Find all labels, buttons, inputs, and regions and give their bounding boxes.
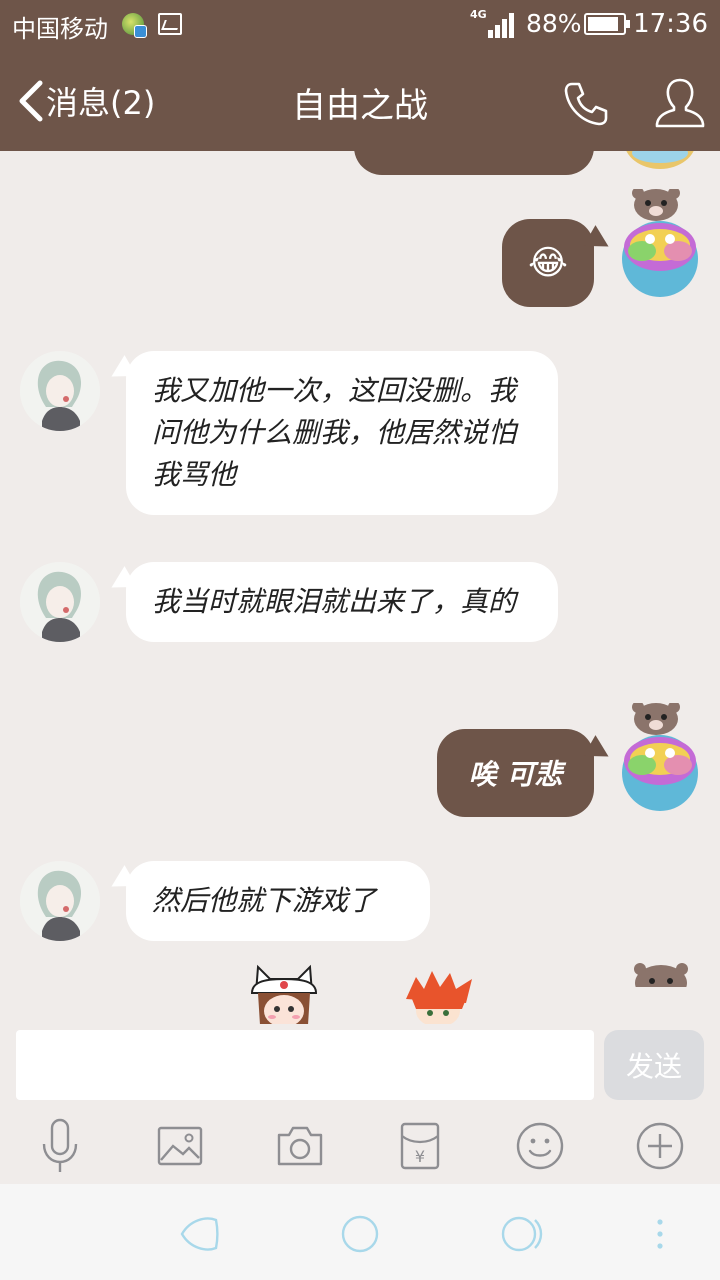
- image-notification-icon: [158, 13, 182, 35]
- status-bar: 中国移动 4G 88% 17:36: [0, 0, 720, 50]
- back-icon[interactable]: [174, 1210, 222, 1258]
- contact-avatar[interactable]: [20, 562, 100, 642]
- user-avatar-partial: [634, 963, 688, 987]
- composer-toolbar: ¥: [0, 1110, 720, 1184]
- camera-icon[interactable]: [270, 1114, 330, 1178]
- image-icon[interactable]: [150, 1114, 210, 1178]
- contact-avatar[interactable]: [20, 861, 100, 941]
- chat-title: 自由之战: [292, 86, 428, 126]
- message-bubble-incoming[interactable]: 我当时就眼泪就出来了，真的: [126, 562, 558, 642]
- message-bubble-partial[interactable]: [354, 151, 594, 175]
- signal-icon: 4G: [470, 8, 514, 38]
- microphone-icon[interactable]: [30, 1114, 90, 1178]
- back-button[interactable]: 消息(2): [16, 78, 155, 124]
- battery-icon: [584, 13, 630, 35]
- contact-avatar[interactable]: [20, 351, 100, 431]
- message-input[interactable]: [16, 1030, 594, 1100]
- red-hair-boy-sticker: [406, 971, 472, 1024]
- message-bubble-outgoing[interactable]: 😂: [502, 219, 594, 307]
- svg-text:¥: ¥: [415, 1147, 425, 1166]
- clock: 17:36: [633, 9, 708, 39]
- user-avatar[interactable]: [620, 189, 700, 299]
- cat-hat-girl-sticker: [250, 964, 318, 1024]
- user-avatar[interactable]: [620, 703, 700, 813]
- composer: 发送: [0, 1024, 720, 1110]
- message-text: 我当时就眼泪就出来了，真的: [152, 585, 517, 618]
- plus-icon[interactable]: [630, 1114, 690, 1178]
- profile-icon[interactable]: [652, 76, 708, 130]
- recents-icon[interactable]: [498, 1210, 546, 1258]
- network-type: 4G: [470, 8, 487, 21]
- home-icon[interactable]: [336, 1210, 384, 1258]
- system-navigation-bar: [0, 1184, 720, 1280]
- emoji-laugh: 😂: [528, 243, 568, 283]
- carrier-name: 中国移动: [12, 15, 108, 43]
- send-button[interactable]: 发送: [604, 1030, 704, 1100]
- app-notification-icon: [122, 13, 147, 38]
- menu-icon[interactable]: [636, 1210, 684, 1258]
- chat-header: 消息(2) 自由之战: [0, 50, 720, 151]
- back-label: 消息(2): [46, 84, 156, 122]
- emoji-icon[interactable]: [510, 1114, 570, 1178]
- message-text: 唉 可悲: [468, 758, 563, 791]
- phone-icon[interactable]: [560, 78, 612, 130]
- battery-percent: 88%: [526, 9, 582, 38]
- message-text: 我又加他一次，这回没删。我问他为什么删我，他居然说怕我骂他: [152, 374, 517, 491]
- message-bubble-outgoing[interactable]: 唉 可悲: [437, 729, 594, 817]
- message-bubble-incoming[interactable]: 我又加他一次，这回没删。我问他为什么删我，他居然说怕我骂他: [126, 351, 558, 515]
- avatar-partial: [626, 151, 694, 169]
- chevron-left-icon: [19, 80, 43, 122]
- red-packet-icon[interactable]: ¥: [390, 1114, 450, 1178]
- message-bubble-incoming[interactable]: 然后他就下游戏了: [126, 861, 430, 941]
- message-text: 然后他就下游戏了: [152, 884, 377, 917]
- message-list[interactable]: 😂 我又加他一次，这回没删。我问他为什么删我，他居然说怕我骂他 我当时就眼泪就出…: [0, 151, 720, 1024]
